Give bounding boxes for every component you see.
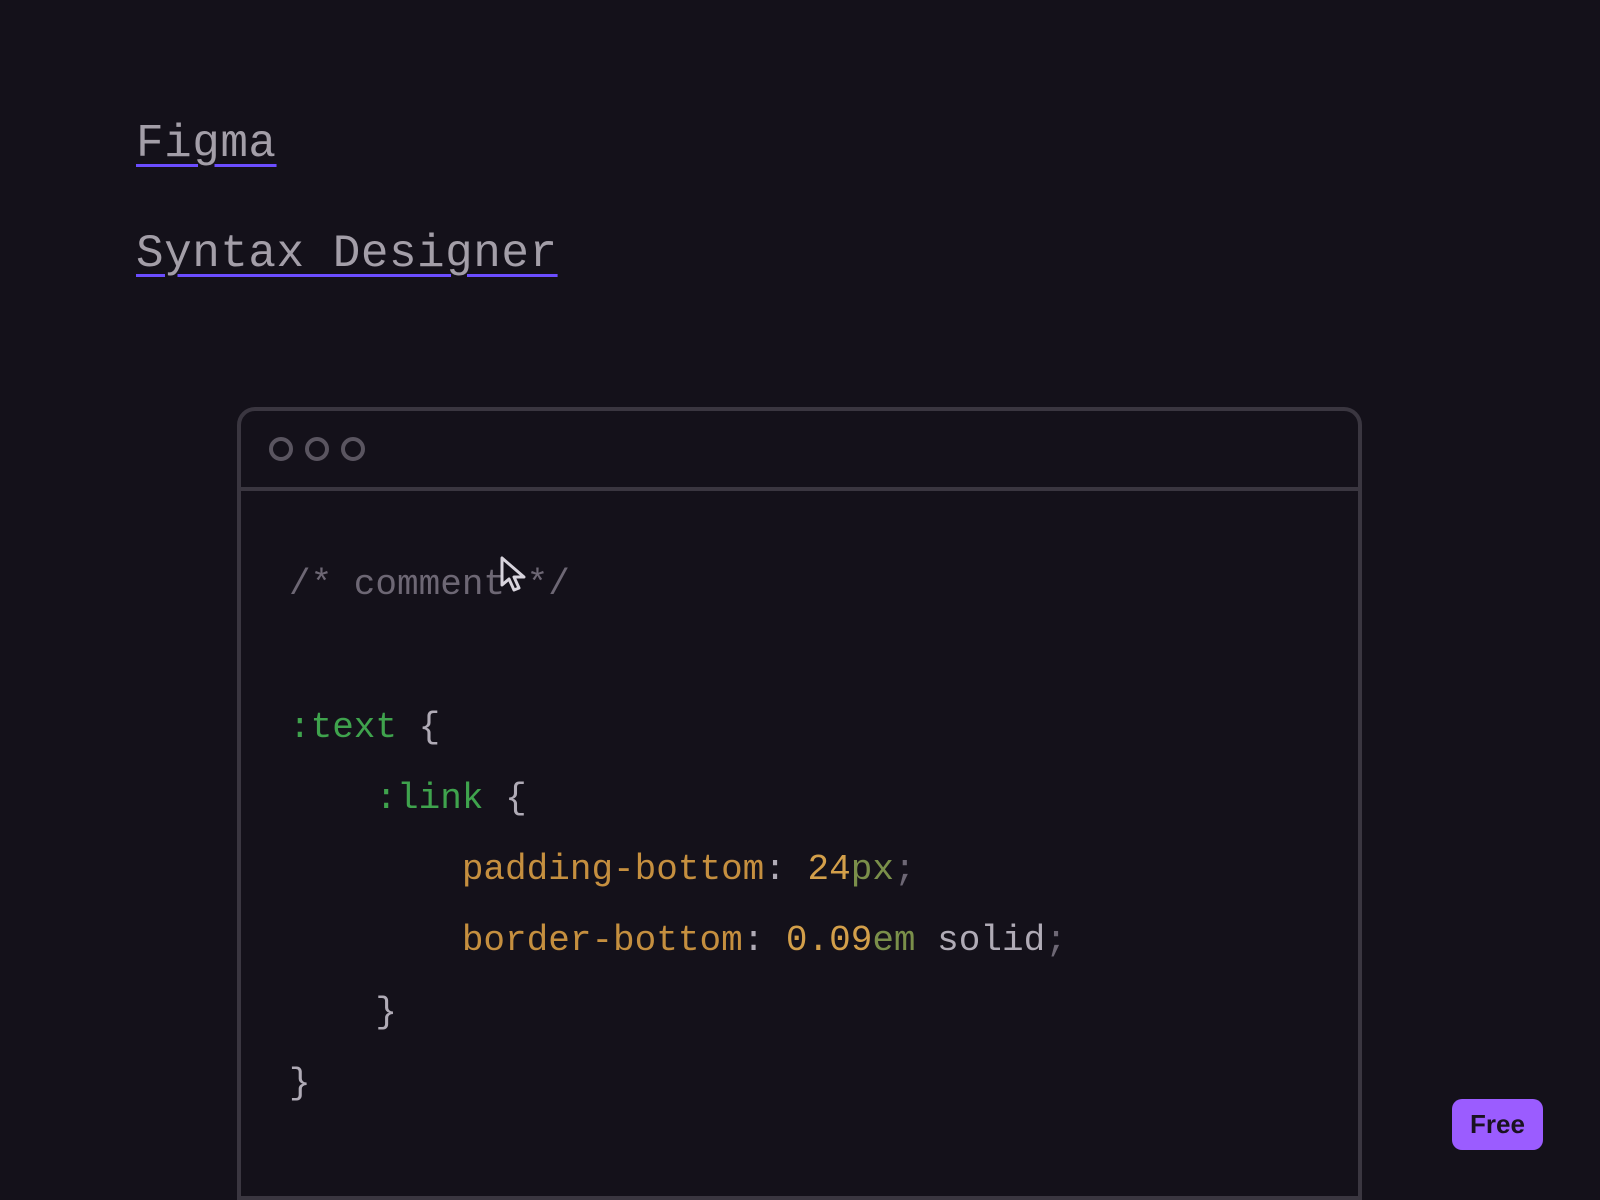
indent (289, 778, 375, 819)
indent (289, 849, 462, 890)
free-badge[interactable]: Free (1452, 1099, 1543, 1150)
property-padding-bottom: padding-bottom (462, 849, 764, 890)
syntax-designer-link[interactable]: Syntax Designer (136, 228, 558, 280)
colon: : (764, 849, 786, 890)
space (786, 849, 808, 890)
space (483, 778, 505, 819)
figma-link[interactable]: Figma (136, 118, 558, 170)
selector-text: :text (289, 707, 397, 748)
value-solid: solid (937, 920, 1045, 961)
code-editor[interactable]: /* comment */ :text { :link { padding-bo… (241, 491, 1358, 1177)
number: 0.09 (786, 920, 872, 961)
property-border-bottom: border-bottom (462, 920, 743, 961)
unit: px (851, 849, 894, 890)
indent (289, 992, 375, 1033)
editor-titlebar (241, 411, 1358, 491)
window-close-icon[interactable] (269, 437, 293, 461)
window-maximize-icon[interactable] (341, 437, 365, 461)
window-minimize-icon[interactable] (305, 437, 329, 461)
colon: : (743, 920, 765, 961)
space (916, 920, 938, 961)
indent (289, 920, 462, 961)
blank-line (289, 620, 1310, 691)
space (764, 920, 786, 961)
brace-close: } (375, 992, 397, 1033)
space (397, 707, 419, 748)
editor-window: /* comment */ :text { :link { padding-bo… (237, 407, 1362, 1200)
brace-open: { (419, 707, 441, 748)
brace-open: { (505, 778, 527, 819)
code-comment: /* comment */ (289, 564, 570, 605)
brace-close: } (289, 1063, 311, 1104)
semicolon: ; (1045, 920, 1067, 961)
number: 24 (808, 849, 851, 890)
semicolon: ; (894, 849, 916, 890)
selector-link: :link (375, 778, 483, 819)
unit: em (872, 920, 915, 961)
